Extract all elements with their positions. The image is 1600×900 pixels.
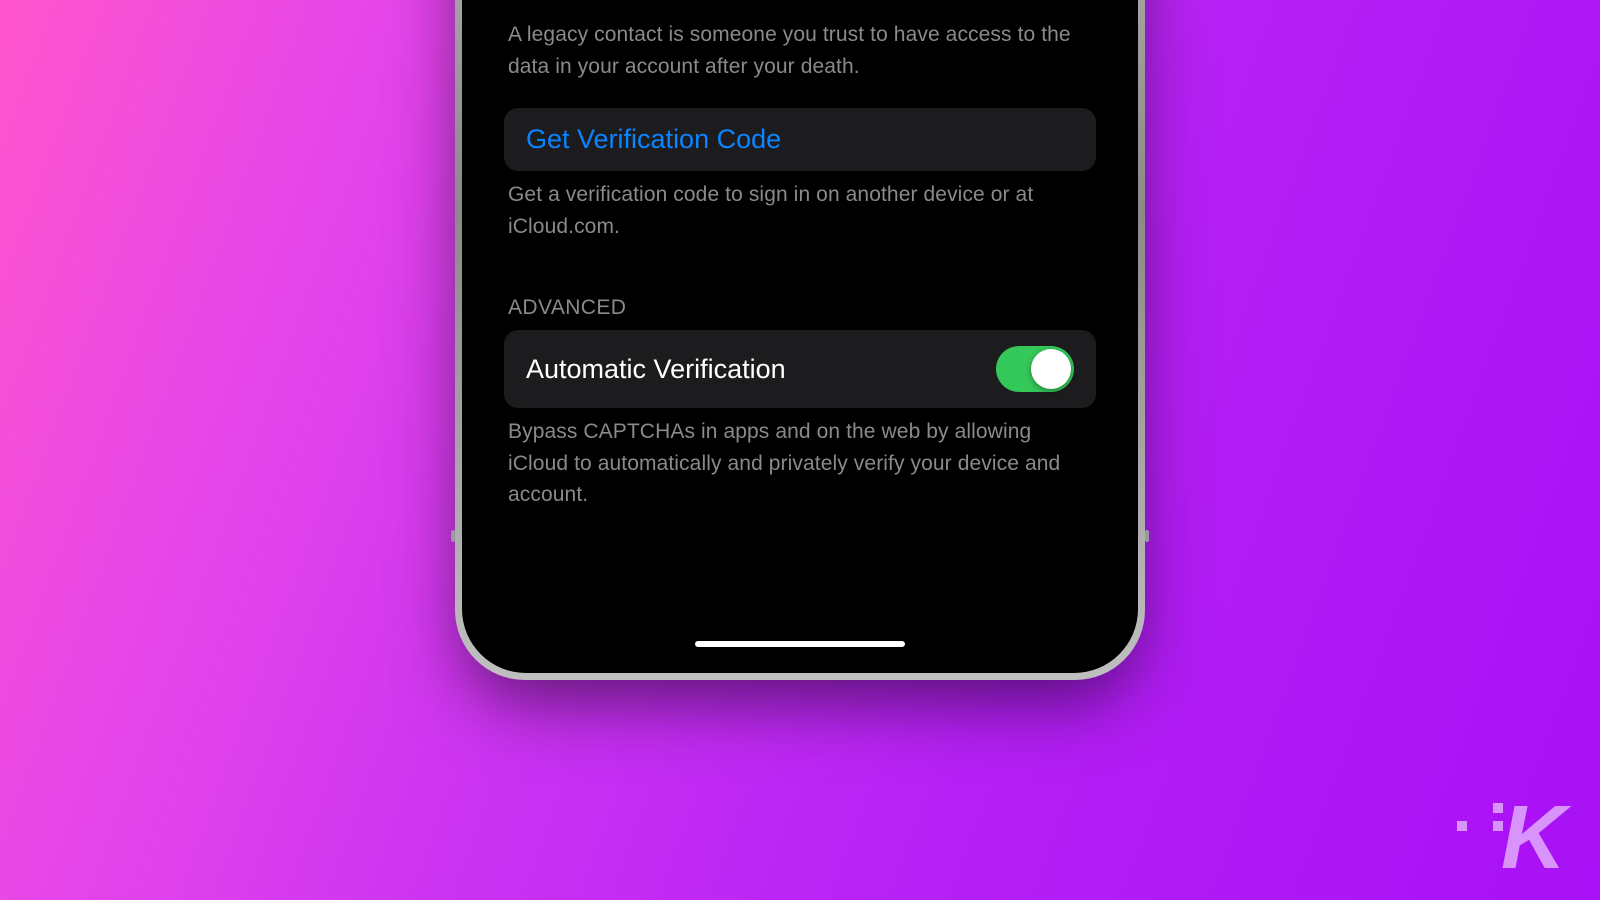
settings-scroll-content[interactable]: A legacy contact is someone you trust to… [476, 0, 1124, 537]
phone-side-button-left [451, 530, 455, 542]
phone-bezel: A legacy contact is someone you trust to… [462, 0, 1138, 673]
automatic-verification-row: Automatic Verification [504, 330, 1096, 408]
phone-side-button-right [1145, 530, 1149, 542]
verification-code-footer: Get a verification code to sign in on an… [504, 171, 1096, 268]
phone-screen: A legacy contact is someone you trust to… [476, 0, 1124, 659]
watermark: K [1501, 807, 1560, 870]
automatic-verification-label: Automatic Verification [526, 354, 786, 385]
watermark-letter: K [1501, 807, 1560, 870]
phone-frame: A legacy contact is someone you trust to… [455, 0, 1145, 680]
legacy-contact-footer: A legacy contact is someone you trust to… [504, 11, 1096, 108]
toggle-knob-icon [1031, 349, 1071, 389]
automatic-verification-footer: Bypass CAPTCHAs in apps and on the web b… [504, 408, 1096, 537]
get-verification-code-button[interactable]: Get Verification Code [504, 108, 1096, 171]
advanced-section-header: ADVANCED [504, 268, 1096, 330]
automatic-verification-toggle[interactable] [996, 346, 1074, 392]
home-indicator[interactable] [695, 641, 905, 647]
watermark-dots-icon [1457, 803, 1503, 831]
get-verification-code-label: Get Verification Code [526, 124, 781, 154]
